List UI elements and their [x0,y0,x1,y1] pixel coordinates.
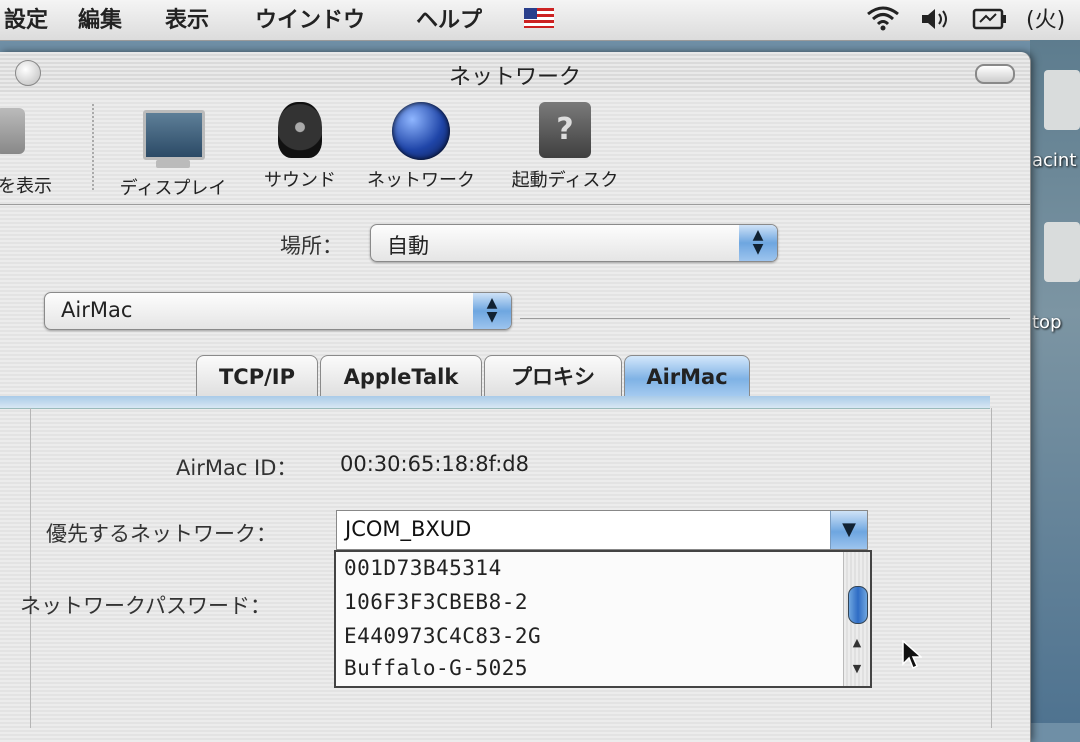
airmac-id-value: 00:30:65:18:8f:d8 [340,452,529,476]
network-option[interactable]: Buffalo-G-5025 [344,656,528,680]
folder-icon[interactable] [1044,222,1080,282]
preferred-network-label: 優先するネットワーク： [46,522,277,546]
menu-settings[interactable]: 設定 [4,2,48,34]
toolbar-label: ディスプレイ [119,178,227,199]
show-value: AirMac [61,298,133,322]
tab-appletalk[interactable]: AppleTalk [320,355,482,398]
menu-window[interactable]: ウインドウ [255,2,365,34]
updown-arrows-icon: ▲ ▼ [473,293,511,329]
toolbar-show-all[interactable]: を表示 [0,102,70,198]
menu-view[interactable]: 表示 [165,2,209,34]
airmac-id-label: AirMac ID： [176,456,298,480]
toolbar-network[interactable]: ネットワーク [356,102,486,192]
toolbar-label: 起動ディスク [511,170,619,191]
tab-airmac[interactable]: AirMac [624,355,750,398]
apple-icon [0,108,25,154]
desktop-label-desktop: top [1032,312,1062,333]
toolbar-label: を表示 [0,176,52,197]
scroll-down-arrow-icon[interactable]: ▼ [848,660,866,678]
location-value: 自動 [387,234,429,258]
tab-tcpip[interactable]: TCP/IP [196,355,318,398]
scroll-thumb[interactable] [848,586,868,624]
battery-icon[interactable] [972,6,1008,38]
menu-help[interactable]: ヘルプ [416,2,482,34]
network-option[interactable]: 106F3F3CBEB8-2 [344,590,528,614]
desktop [1030,40,1080,723]
updown-arrows-icon: ▲ ▼ [739,225,777,261]
network-option[interactable]: E440973C4C83-2G [344,624,541,648]
preferred-network-value: JCOM_BXUD [345,517,472,541]
network-list[interactable]: 001D73B45314 106F3F3CBEB8-2 E440973C4C83… [334,550,872,688]
window-title: ネットワーク [448,65,581,90]
scroll-up-arrow-icon[interactable]: ▲ [848,634,866,652]
volume-icon[interactable] [920,6,952,38]
show-divider [520,318,1010,319]
hard-drive-icon[interactable] [1044,70,1080,130]
tab-proxy[interactable]: プロキシ [484,355,622,398]
toolbar-label: ネットワーク [367,170,475,191]
chevron-down-icon[interactable]: ▼ [830,511,867,549]
network-preferences-window: ネットワーク を表示 ディスプレイ サウンド ネットワーク ? 起動ディスク 場… [0,52,1031,742]
network-password-label: ネットワークパスワード： [20,594,271,618]
toolbar-display[interactable]: ディスプレイ [108,102,238,200]
desktop-label-macintosh: acint [1032,150,1077,171]
location-popup[interactable]: 自動 ▲ ▼ [370,224,778,262]
mouse-pointer-icon [902,639,923,674]
menu-bar: 設定 編集 表示 ウインドウ ヘルプ (火) [0,0,1080,41]
location-label: 場所： [280,234,343,258]
display-stand [156,160,190,168]
menu-edit[interactable]: 編集 [78,2,122,34]
menu-clock[interactable]: (火) [1026,2,1065,34]
network-option[interactable]: 001D73B45314 [344,556,502,580]
toolbar-startup-disk[interactable]: ? 起動ディスク [498,102,632,192]
list-scrollbar[interactable]: ▲ ▼ [843,552,870,686]
show-popup[interactable]: AirMac ▲ ▼ [44,292,512,330]
disk-icon: ? [539,102,591,158]
toolbar-label: サウンド [264,170,336,191]
toolbar-divider [0,204,1030,205]
toolbar-toggle-button[interactable] [975,64,1015,84]
display-icon [143,110,205,160]
speaker-icon [278,102,322,158]
us-flag-icon[interactable] [524,8,554,28]
toolbar: を表示 ディスプレイ サウンド ネットワーク ? 起動ディスク [0,92,1030,202]
toolbar-separator [92,104,95,190]
preferred-network-combo[interactable]: JCOM_BXUD ▼ [336,510,868,550]
globe-icon [392,102,450,160]
toolbar-sound[interactable]: サウンド [250,102,350,192]
title-bar[interactable]: ネットワーク [0,52,1030,92]
wifi-icon[interactable] [866,4,900,38]
